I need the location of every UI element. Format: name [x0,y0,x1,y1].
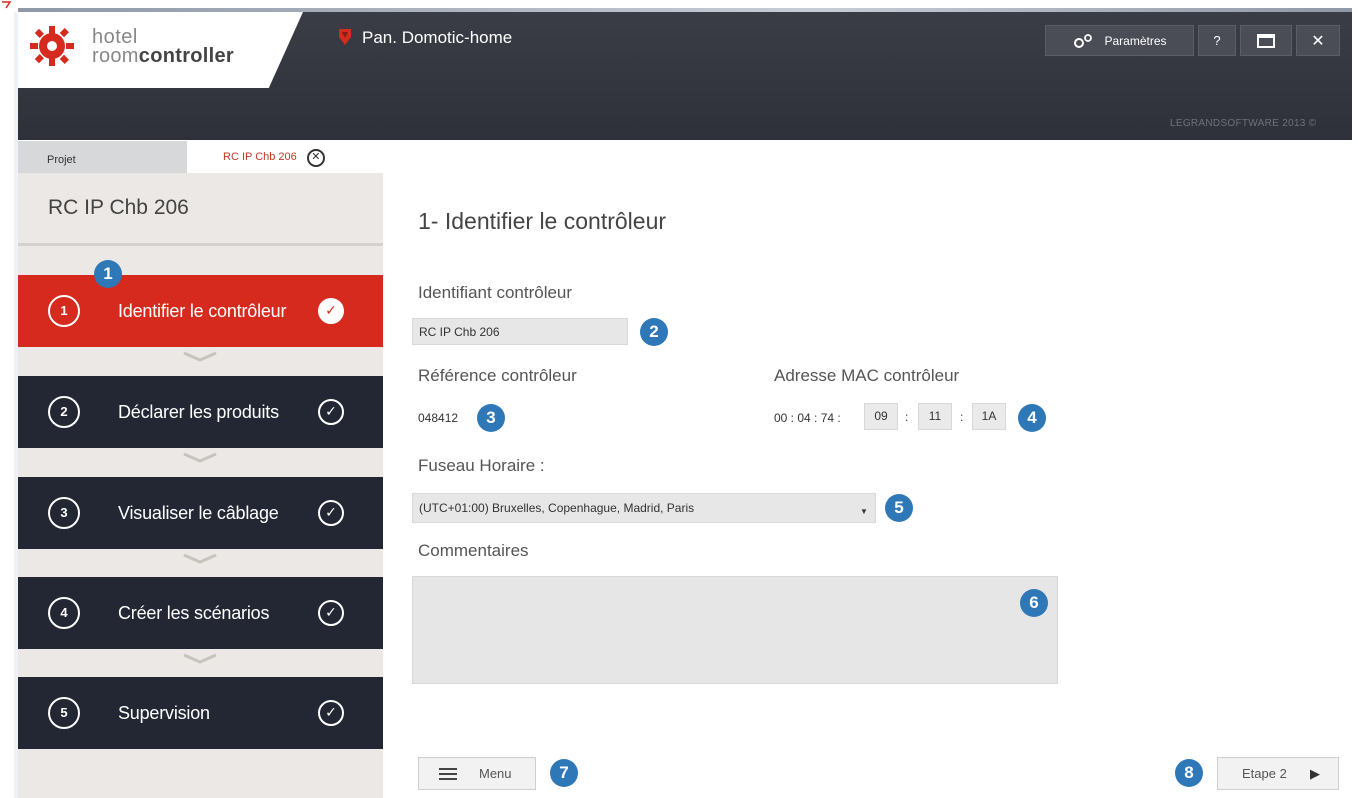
reference-label: Référence contrôleur [418,366,577,385]
tab-projet[interactable]: Projet [18,141,187,173]
sidebar-divider [18,243,383,246]
callout-badge: 6 [1020,589,1048,617]
hamburger-icon [439,768,457,780]
fuseau-label: Fuseau Horaire : [418,456,545,475]
copyright-text: LEGRANDSOFTWARE 2013 © [1170,118,1317,129]
step-number: 4 [48,597,80,629]
mac-separator: : [905,410,909,424]
step-label: Visualiser le câblage [118,502,279,523]
callout-badge: 1 [94,260,122,288]
menu-label: Menu [479,766,512,781]
shield-icon [339,29,351,45]
reference-value: 048412 [418,411,459,425]
close-window-button[interactable]: ✕ [1296,25,1340,56]
corner-mark-icon [2,1,12,9]
step-visualiser-cablage[interactable]: 3 Visualiser le câblage ✓ [18,477,383,549]
callout-badge: 3 [477,404,505,432]
next-step-label: Etape 2 [1242,766,1287,781]
logo-text-hotel: hotel [92,26,138,48]
callout-badge: 4 [1018,404,1046,432]
commentaires-textarea[interactable] [412,576,1058,684]
mac-label: Adresse MAC contrôleur [774,366,960,385]
identifiant-input[interactable]: RC IP Chb 206 [412,318,628,345]
chevron-down-icon [183,553,217,564]
check-circle-icon: ✓ [318,700,344,726]
help-button[interactable]: ? [1198,25,1236,56]
close-tab-icon[interactable]: ✕ [306,149,325,167]
gear-logo-icon [30,26,74,66]
callout-badge: 2 [640,318,668,346]
step-label: Déclarer les produits [118,401,279,422]
callout-badge: 7 [550,759,578,787]
step-number: 1 [48,295,80,327]
play-arrow-icon: ▶ [1310,766,1320,781]
step-label: Créer les scénarios [118,602,270,623]
tab-rc-ip-chb-206[interactable]: RC IP Chb 206 ✕ [189,141,349,173]
mac-separator: : [960,410,964,424]
mac-prefix: 00 : 04 : 74 : [774,411,841,425]
step-number: 5 [48,697,80,729]
step-supervision[interactable]: 5 Supervision ✓ [18,677,383,749]
commentaires-label: Commentaires [418,541,529,560]
step-label: Identifier le contrôleur [118,300,287,321]
step-label: Supervision [118,702,210,723]
mac-part-input[interactable]: 09 [864,403,898,430]
callout-badge: 5 [885,494,913,522]
logo-text-roomcontroller: roomcontroller [92,45,235,67]
restore-window-button[interactable] [1240,25,1292,56]
step-creer-scenarios[interactable]: 4 Créer les scénarios ✓ [18,577,383,649]
check-circle-icon: ✓ [318,600,344,626]
sidebar-title: RC IP Chb 206 [48,196,189,219]
chevron-down-icon [183,452,217,463]
step-declarer-produits[interactable]: 2 Déclarer les produits ✓ [18,376,383,448]
settings-label: Paramètres [1104,33,1167,48]
check-circle-icon: ✓ [318,500,344,526]
tab-label: RC IP Chb 206 [223,151,297,163]
check-circle-icon: ✓ [318,298,344,324]
dropdown-arrow-icon: ▼ [860,507,868,516]
fuseau-select[interactable]: (UTC+01:00) Bruxelles, Copenhague, Madri… [412,493,876,523]
menu-button[interactable]: Menu [418,757,536,790]
identifiant-label: Identifiant contrôleur [418,283,573,302]
chevron-down-icon [183,351,217,362]
next-step-button[interactable]: Etape 2 ▶ [1217,757,1339,790]
settings-button[interactable]: Paramètres [1045,25,1194,56]
chevron-down-icon [183,653,217,664]
step-number: 2 [48,396,80,428]
window-restore-icon [1257,33,1275,48]
mac-part-input[interactable]: 1A [972,403,1006,430]
check-circle-icon: ✓ [318,399,344,425]
app-title: Pan. Domotic-home [362,28,513,47]
gears-icon [1074,33,1093,48]
step-identifier-controleur[interactable]: 1 Identifier le contrôleur ✓ [18,275,383,347]
page-title: 1- Identifier le contrôleur [418,208,667,234]
step-number: 3 [48,497,80,529]
callout-badge: 8 [1175,759,1203,787]
mac-part-input[interactable]: 11 [918,403,952,430]
